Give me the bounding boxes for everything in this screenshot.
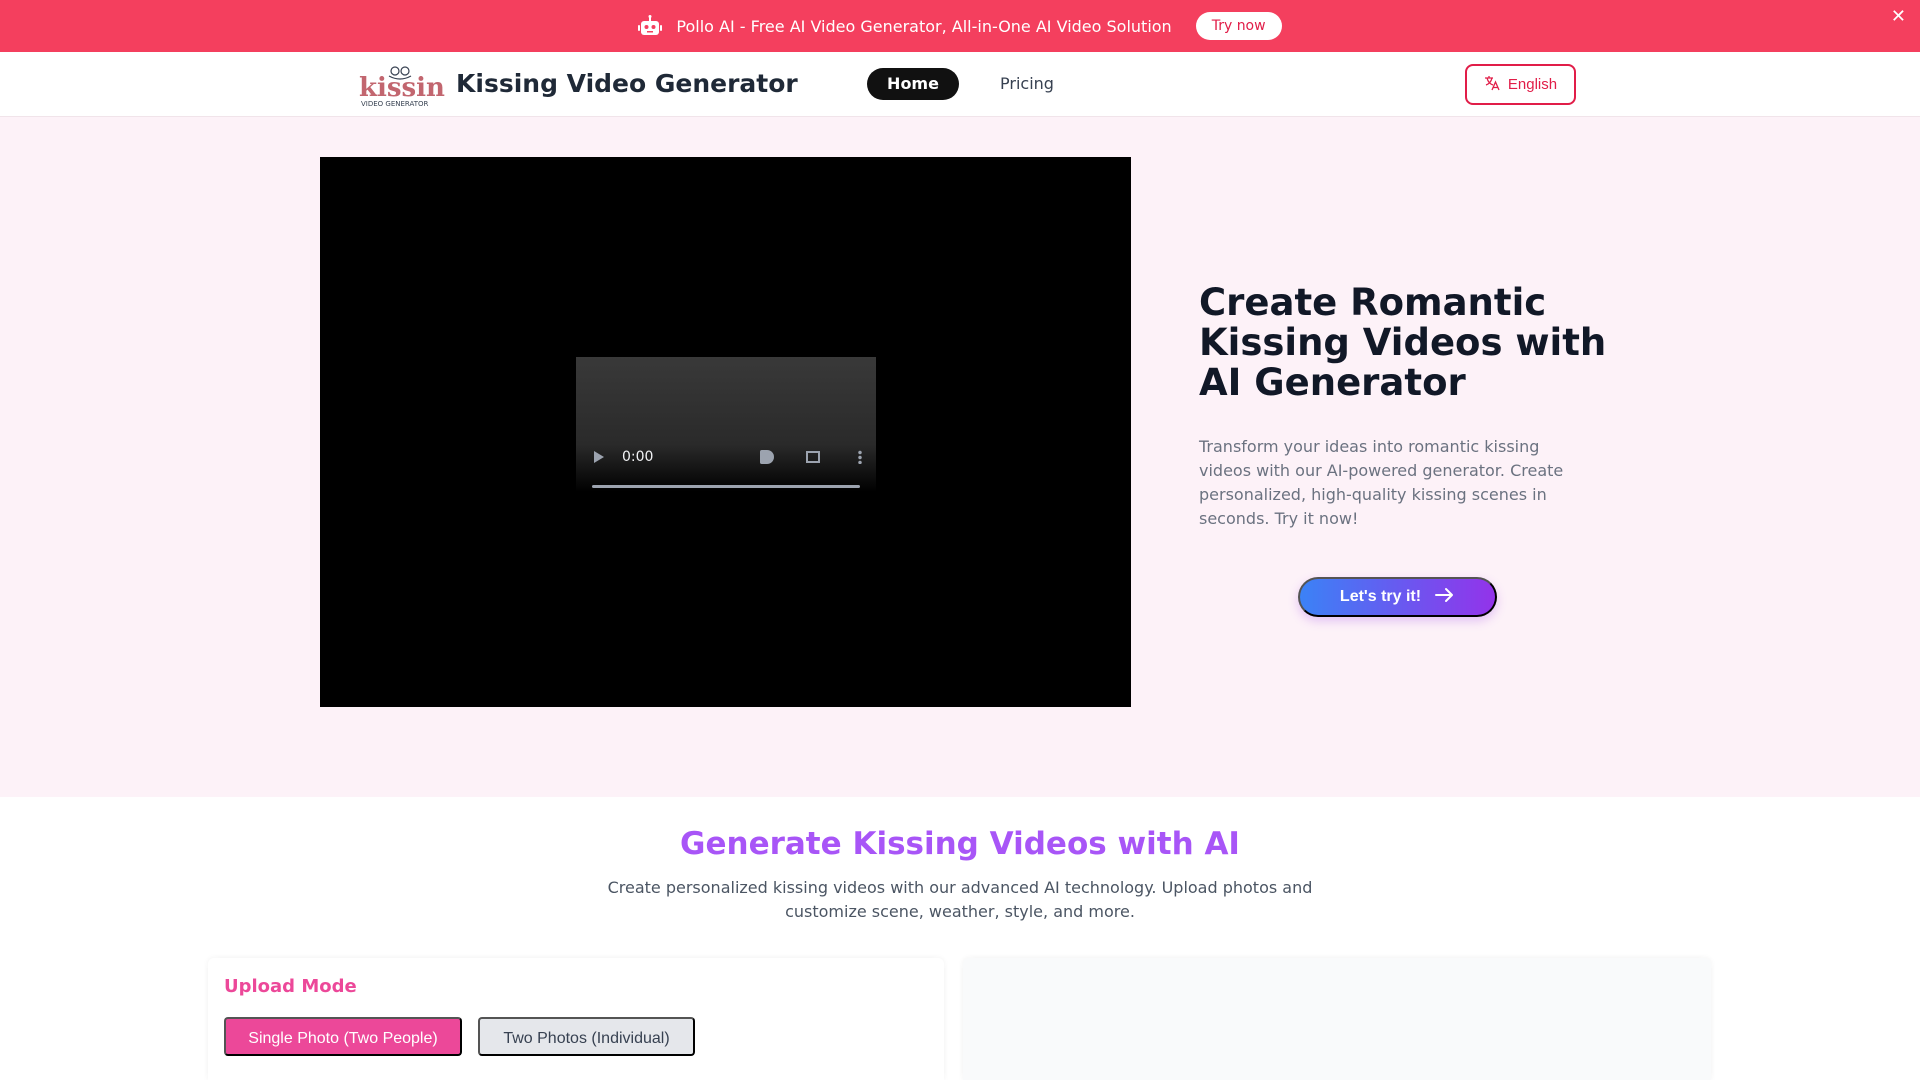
arrow-right-icon <box>1435 587 1455 608</box>
translate-icon <box>1484 75 1500 95</box>
site-logo[interactable]: kissing VIDEO GENERATOR <box>357 62 463 108</box>
upload-mode-label: Upload Mode <box>224 976 357 997</box>
volume-icon[interactable] <box>760 450 774 464</box>
close-icon[interactable]: ✕ <box>1891 6 1906 27</box>
nav-pricing[interactable]: Pricing <box>990 68 1064 100</box>
fullscreen-icon[interactable] <box>806 451 820 463</box>
promo-banner: Pollo AI - Free AI Video Generator, All-… <box>0 0 1920 52</box>
mode-two-photos-button[interactable]: Two Photos (Individual) <box>478 1017 695 1056</box>
video-progress-bar[interactable] <box>592 485 860 488</box>
site-header: kissing VIDEO GENERATOR Kissing Video Ge… <box>0 52 1920 117</box>
preview-panel <box>963 958 1711 1080</box>
try-now-button[interactable]: Try now <box>1195 12 1282 40</box>
upload-panel: Upload Mode Single Photo (Two People) Tw… <box>208 958 944 1080</box>
hero-title: Create Romantic Kissing Videos with AI G… <box>1199 281 1607 404</box>
promo-text: Pollo AI - Free AI Video Generator, All-… <box>676 16 1172 36</box>
more-options-icon[interactable] <box>858 450 862 464</box>
generator-description: Create personalized kissing videos with … <box>607 878 1313 921</box>
hero-description: Transform your ideas into romantic kissi… <box>1199 437 1564 528</box>
video-time: 0:00 <box>622 449 654 465</box>
generator-title: Generate Kissing Videos with AI <box>680 826 1240 862</box>
language-button[interactable]: English <box>1465 64 1576 105</box>
robot-icon <box>638 15 663 37</box>
try-it-button[interactable]: Let's try it! <box>1298 577 1497 617</box>
mode-single-photo-button[interactable]: Single Photo (Two People) <box>224 1017 462 1056</box>
video-controls: 0:00 <box>576 357 876 492</box>
hero-video[interactable]: 0:00 <box>320 157 1131 707</box>
nav-home[interactable]: Home <box>867 68 959 100</box>
cta-label: Let's try it! <box>1339 588 1422 605</box>
play-icon[interactable] <box>594 451 604 463</box>
site-title[interactable]: Kissing Video Generator <box>456 69 798 98</box>
hero-section: 0:00 Create Romantic Kissing Videos with… <box>0 117 1920 797</box>
svg-text:kissing: kissing <box>359 73 445 103</box>
svg-text:VIDEO GENERATOR: VIDEO GENERATOR <box>361 100 429 108</box>
language-label: English <box>1507 76 1558 93</box>
